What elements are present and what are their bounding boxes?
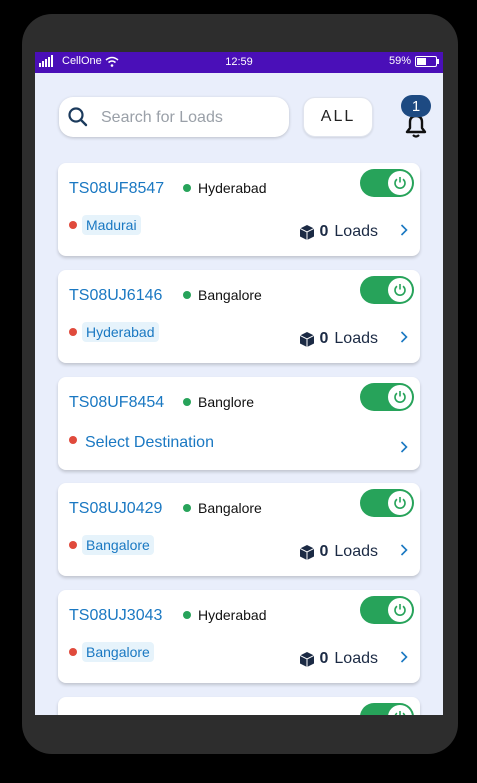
origin-label: Bangalore (198, 500, 262, 516)
loads-count[interactable]: 0 Loads (299, 330, 378, 348)
power-icon (394, 284, 406, 296)
vehicle-plate[interactable]: TS08UF8547 (69, 180, 164, 198)
app-screen: CellOne 12:59 59% ALL 1 TS08UF8547 Hyder… (35, 52, 443, 715)
origin-location: Bangalore (183, 500, 262, 516)
availability-toggle[interactable] (360, 703, 414, 715)
loads-number: 0 (319, 223, 329, 240)
vehicle-card[interactable]: TS08UJ3043 Hyderabad Bangalore 0 Loads (58, 590, 420, 683)
toggle-knob (388, 278, 412, 302)
destination-label: Bangalore (82, 535, 154, 555)
loads-count[interactable]: 0 Loads (299, 223, 378, 241)
loads-number: 0 (319, 330, 329, 347)
battery-icon (415, 55, 439, 67)
toggle-knob (388, 385, 412, 409)
origin-label: Banglore (198, 394, 255, 410)
vehicle-card[interactable]: TS08UF8547 Hyderabad Madurai 0 Loads (58, 163, 420, 256)
origin-dot (183, 504, 191, 512)
power-icon (394, 497, 406, 509)
availability-toggle[interactable] (360, 169, 414, 197)
origin-location: Bangalore (183, 287, 262, 303)
box-icon (299, 544, 314, 560)
loads-count[interactable]: 0 Loads (299, 543, 378, 561)
availability-toggle[interactable] (360, 596, 414, 624)
clock: 12:59 (225, 56, 253, 68)
origin-location: Hyderabad (183, 180, 267, 196)
chevron-right-icon[interactable] (400, 441, 408, 453)
vehicle-card[interactable]: TS08UF8454 Banglore Select Destination (58, 377, 420, 470)
availability-toggle[interactable] (360, 383, 414, 411)
loads-label: Loads (334, 223, 378, 240)
vehicle-card[interactable]: TS08UJ6146 Bangalore Hyderabad 0 Loads (58, 270, 420, 363)
destination-location[interactable]: Hyderabad (69, 322, 159, 342)
power-icon (394, 604, 406, 616)
status-bar: CellOne 12:59 59% (35, 52, 443, 73)
origin-location: Hyderabad (183, 607, 267, 623)
notification-badge: 1 (401, 95, 431, 117)
loads-number: 0 (319, 543, 329, 560)
origin-label: Hyderabad (198, 607, 267, 623)
vehicle-plate[interactable]: TS08UJ0429 (69, 500, 162, 518)
toggle-knob (388, 705, 412, 715)
search-bar[interactable] (59, 97, 289, 137)
loads-label: Loads (334, 650, 378, 667)
chevron-right-icon[interactable] (400, 224, 408, 236)
origin-dot (183, 398, 191, 406)
box-icon (299, 224, 314, 240)
status-right: 59% (388, 55, 439, 67)
vehicle-plate[interactable]: TS08UJ6146 (69, 287, 162, 305)
chevron-right-icon[interactable] (400, 331, 408, 343)
destination-dot (69, 221, 77, 229)
filter-all-button[interactable]: ALL (303, 97, 373, 137)
toggle-knob (388, 491, 412, 515)
battery-level (417, 57, 426, 65)
chevron-right-icon[interactable] (400, 544, 408, 556)
vehicle-plate[interactable]: TS08UJ3043 (69, 607, 162, 625)
vehicle-plate[interactable]: TS08UF8454 (69, 394, 164, 412)
origin-dot (183, 611, 191, 619)
select-destination[interactable]: Select Destination (69, 434, 214, 452)
destination-label: Bangalore (82, 642, 154, 662)
origin-location: Banglore (183, 394, 254, 410)
availability-toggle[interactable] (360, 489, 414, 517)
box-icon (299, 331, 314, 347)
select-destination-label: Select Destination (85, 434, 214, 451)
search-input[interactable] (99, 105, 283, 131)
availability-toggle[interactable] (360, 276, 414, 304)
origin-dot (183, 184, 191, 192)
toggle-knob (388, 598, 412, 622)
destination-dot (69, 541, 77, 549)
loads-number: 0 (319, 650, 329, 667)
destination-location[interactable]: Bangalore (69, 642, 154, 662)
destination-location[interactable]: Bangalore (69, 535, 154, 555)
origin-label: Bangalore (198, 287, 262, 303)
vehicle-card[interactable] (58, 697, 420, 715)
destination-label: Madurai (82, 215, 141, 235)
toggle-knob (388, 171, 412, 195)
origin-label: Hyderabad (198, 180, 267, 196)
power-icon (394, 711, 406, 715)
destination-dot (69, 328, 77, 336)
loads-count[interactable]: 0 Loads (299, 650, 378, 668)
destination-dot (69, 648, 77, 656)
power-icon (394, 177, 406, 189)
destination-location[interactable]: Madurai (69, 215, 141, 235)
battery-percent: 59% (388, 55, 411, 67)
search-icon (68, 107, 88, 127)
vehicle-card[interactable]: TS08UJ0429 Bangalore Bangalore 0 Loads (58, 483, 420, 576)
loads-label: Loads (334, 330, 378, 347)
loads-label: Loads (334, 543, 378, 560)
power-icon (394, 391, 406, 403)
destination-dot (69, 436, 77, 444)
destination-label: Hyderabad (82, 322, 159, 342)
chevron-right-icon[interactable] (400, 651, 408, 663)
origin-dot (183, 291, 191, 299)
box-icon (299, 651, 314, 667)
